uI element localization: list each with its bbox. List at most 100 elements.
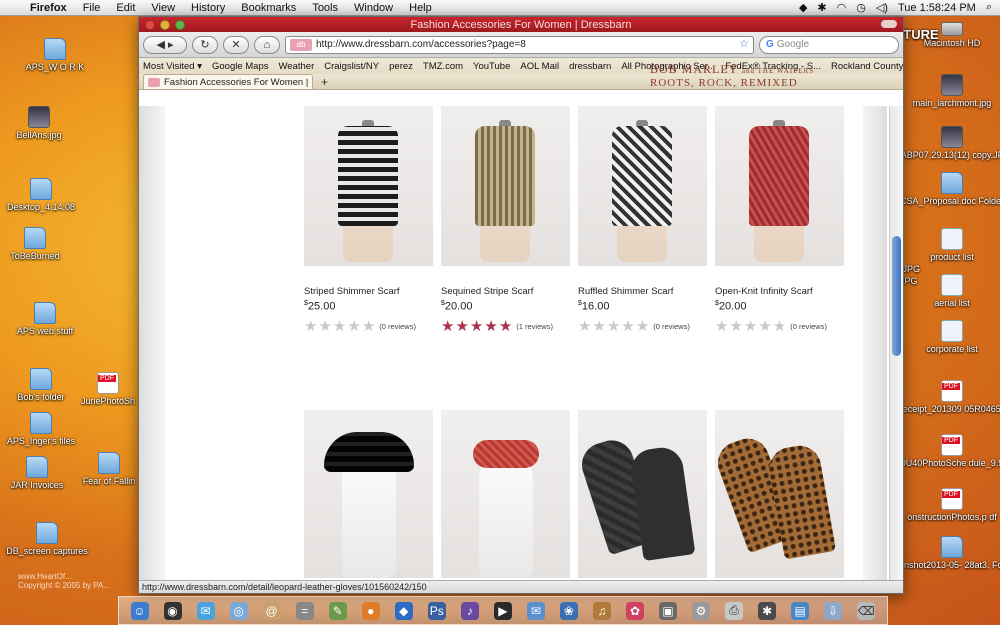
rating-stars[interactable]: ★ ★ ★ ★ ★ [578,319,649,334]
desktop-icon[interactable]: MABP07.29.13(12) copy.JPG [893,126,1000,160]
star-icon[interactable]: ★ [621,319,634,334]
star-icon[interactable]: ★ [773,319,786,334]
utility-icon[interactable]: ✱ [758,601,777,620]
volume-icon[interactable]: ◁) [876,1,888,14]
scrollbar-thumb[interactable] [892,236,901,356]
product-image[interactable] [715,410,844,578]
new-tab-button[interactable]: + [321,75,328,89]
product-image[interactable] [578,106,707,266]
menu-file[interactable]: File [75,2,109,14]
menu-tools[interactable]: Tools [304,2,346,14]
flower-icon[interactable]: ✿ [625,601,644,620]
search-box[interactable]: G Google [759,35,899,54]
desktop-icon[interactable]: creenshot2013-05- 28at3. Folder [886,536,1000,570]
photoshop-icon[interactable]: Ps [427,601,446,620]
product-card[interactable]: Sequined Stripe Scarf $20.00 ★ ★ ★ ★ ★ (1 re… [441,106,570,334]
menubar-clock[interactable]: Tue 1:58:24 PM [898,2,976,14]
desktop-icon[interactable]: APS_W O R K [10,38,100,72]
firefox-icon[interactable]: ● [361,601,380,620]
menu-bookmarks[interactable]: Bookmarks [233,2,304,14]
dropbox-dock-icon[interactable]: ◆ [394,601,413,620]
menu-view[interactable]: View [143,2,183,14]
time-machine-icon[interactable]: ◷ [856,1,866,14]
product-image[interactable] [441,410,570,578]
desktop-icon[interactable]: ToBeBurned [0,227,80,261]
desktop-icon[interactable]: onstructionPhotos.p df [904,488,1000,522]
menu-window[interactable]: Window [346,2,401,14]
star-icon[interactable]: ★ [636,319,649,334]
star-icon[interactable]: ★ [441,319,454,334]
product-name[interactable]: Open-Knit Infinity Scarf [715,286,844,297]
downloads-stack-icon[interactable]: ⇩ [824,601,843,620]
star-icon[interactable]: ★ [362,319,375,334]
product-card[interactable] [715,410,844,578]
review-count-link[interactable]: (0 reviews) [653,322,690,331]
star-icon[interactable]: ★ [347,319,360,334]
product-card[interactable]: Open-Knit Infinity Scarf $20.00 ★ ★ ★ ★ ★ (0… [715,106,844,334]
product-image[interactable] [304,410,433,578]
rating-stars[interactable]: ★ ★ ★ ★ ★ [715,319,786,334]
bookmark-most-visited[interactable]: Most Visited ▾ [143,61,202,72]
site-identity-icon[interactable]: db [290,38,312,51]
star-icon[interactable]: ★ [715,319,728,334]
desktop-icon[interactable]: JunePhotoSh [78,372,138,406]
dashboard-icon[interactable]: ◉ [163,601,182,620]
star-icon[interactable]: ★ [484,319,497,334]
home-button[interactable]: ⌂ [254,35,280,54]
trash-icon[interactable]: ⌫ [857,601,876,620]
bookmark-weather[interactable]: Weather [279,61,315,72]
review-count-link[interactable]: (1 reviews) [516,322,553,331]
product-card[interactable]: Striped Shimmer Scarf $25.00 ★ ★ ★ ★ ★ (0 re… [304,106,433,334]
star-icon[interactable]: ★ [607,319,620,334]
calculator-icon[interactable]: = [295,601,314,620]
itunes-icon[interactable]: ♪ [460,601,479,620]
tab-dressbarn[interactable]: Fashion Accessories For Women | ... [143,74,313,89]
product-card[interactable]: Ruffled Shimmer Scarf $16.00 ★ ★ ★ ★ ★ (0 re… [578,106,707,334]
product-name[interactable]: Sequined Stripe Scarf [441,286,570,297]
desktop-icon[interactable]: product list [904,228,1000,262]
product-image[interactable] [715,106,844,266]
iphoto-icon[interactable]: ❀ [559,601,578,620]
ichat-icon[interactable]: ✉ [196,601,215,620]
spotlight-icon[interactable]: ⌕ [986,1,992,14]
dropbox-icon[interactable]: ◆ [799,1,807,14]
bookmark-craigslist[interactable]: Craigslist/NY [324,61,379,72]
product-card[interactable] [441,410,570,578]
star-icon[interactable]: ★ [592,319,605,334]
garageband-icon[interactable]: ♫ [592,601,611,620]
desktop-icon[interactable]: emailreceipt_201309 05R046529165 [878,380,1000,414]
back-forward-button[interactable]: ◀ ▸ [143,35,187,54]
documents-stack-icon[interactable]: ▤ [791,601,810,620]
star-icon[interactable]: ★ [729,319,742,334]
product-name[interactable]: Striped Shimmer Scarf [304,286,433,297]
product-card[interactable] [304,410,433,578]
bookmark-perez[interactable]: perez [389,61,413,72]
imovie-icon[interactable]: ▶ [493,601,512,620]
bookmark-dressbarn[interactable]: dressbarn [569,61,611,72]
desktop-icon[interactable]: Fear of Fallin [80,452,138,486]
bluetooth-icon[interactable]: ✱ [817,1,826,14]
review-count-link[interactable]: (0 reviews) [379,322,416,331]
google-search-icon[interactable]: G [766,39,774,50]
review-count-link[interactable]: (0 reviews) [790,322,827,331]
desktop-icon[interactable]: 01340U40PhotoSche dule_9.9.13.p [881,434,1000,468]
bookmark-photographic[interactable]: All Photographic Ser... [621,61,715,72]
product-image[interactable] [578,410,707,578]
star-icon[interactable]: ★ [758,319,771,334]
desktop-icon[interactable]: BellAns.jpg [0,106,84,140]
url-bar[interactable]: db http://www.dressbarn.com/accessories?… [285,35,754,54]
bookmark-aol-mail[interactable]: AOL Mail [520,61,559,72]
finder-icon[interactable]: ☺ [130,601,149,620]
bookmark-tmz[interactable]: TMZ.com [423,61,463,72]
toolbar-toggle-button[interactable] [881,20,897,28]
bookmark-rockland[interactable]: Rockland County Ne... [831,61,903,72]
url-text[interactable]: http://www.dressbarn.com/accessories?pag… [316,39,735,50]
system-preferences-icon[interactable]: ⚙ [692,601,711,620]
star-icon[interactable]: ★ [470,319,483,334]
desktop-icon[interactable]: Bob's folder [0,368,86,402]
product-image[interactable] [441,106,570,266]
desktop-icon[interactable]: APS web stuff [0,302,90,336]
star-icon[interactable]: ★ [499,319,512,334]
menu-app-firefox[interactable]: Firefox [22,2,75,14]
rating-stars[interactable]: ★ ★ ★ ★ ★ [304,319,375,334]
